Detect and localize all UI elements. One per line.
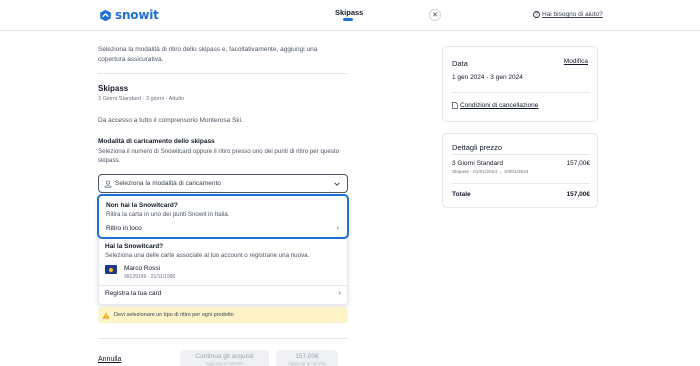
section-title: Skipass xyxy=(98,84,129,93)
tab-skipass[interactable]: Skipass xyxy=(335,8,363,17)
help-icon: ? xyxy=(533,11,540,18)
option-title: Non hai la Snowitcard? xyxy=(106,202,178,209)
warning-banner: Devi selezionare un tipo di ritiro per o… xyxy=(98,307,348,323)
snowitcard-icon xyxy=(105,265,117,274)
price-item-name: 3 Giorni Standard xyxy=(452,160,503,167)
add-to-cart-button[interactable]: 157,00€ Aggiungi al carrello xyxy=(276,350,338,366)
date-card: Data Modifica 1 gen 2024 - 3 gen 2024 Co… xyxy=(442,46,598,122)
card-holder-name[interactable]: Marco Rossi xyxy=(124,265,160,272)
divider xyxy=(98,73,348,74)
snowit-logo[interactable]: snowit xyxy=(99,8,159,22)
continue-shopping-sublabel: Aggiungi al carrello xyxy=(205,361,244,366)
register-card-option[interactable]: Registra la tua card › xyxy=(105,290,341,297)
price-line-item: 3 Giorni Standard 157,00€ xyxy=(452,160,590,167)
price-total-row: Totale 157,00€ xyxy=(452,191,590,198)
chevron-right-icon: › xyxy=(336,225,339,232)
chevron-right-icon: › xyxy=(338,290,341,297)
card-number: 99129199 - 21/11/1990 xyxy=(124,274,176,280)
intro-text: Seleziona la modalità di ritiro dello sk… xyxy=(98,46,318,63)
add-to-cart-price: 157,00€ xyxy=(295,353,319,360)
warning-text: Devi selezionare un tipo di ritiro per o… xyxy=(114,312,234,318)
access-description: Da accesso a tutto il comprensorio Monte… xyxy=(98,117,243,124)
close-icon: ✕ xyxy=(432,11,438,19)
price-details-title: Dettagli prezzo xyxy=(452,143,503,152)
have-card-title: Hai la Snowitcard? xyxy=(105,243,164,250)
loading-mode-select[interactable]: Seleziona la modalità di caricamento xyxy=(98,174,348,193)
total-label: Totale xyxy=(452,191,471,198)
logo-text: snowit xyxy=(115,8,159,22)
cancellation-conditions-label: Condizioni di cancellazione xyxy=(460,102,539,109)
divider xyxy=(452,92,590,93)
snowit-logo-icon xyxy=(100,9,111,21)
continue-shopping-label: Continua gli acquisti xyxy=(195,353,254,360)
edit-date-link[interactable]: Modifica xyxy=(564,58,588,65)
help-label: Hai bisogno di aiuto? xyxy=(542,11,603,18)
continue-shopping-button[interactable]: Continua gli acquisti Aggiungi al carrel… xyxy=(180,350,269,366)
price-item-detail: Skipass - 01/01/2024 → 03/01/2024 xyxy=(452,170,529,175)
total-value: 157,00€ xyxy=(566,191,591,198)
document-icon xyxy=(452,102,458,109)
have-card-description: Seleziona una delle carte associate al t… xyxy=(105,252,310,259)
warning-icon xyxy=(102,311,110,319)
chevron-down-icon xyxy=(334,182,340,186)
active-tab-indicator xyxy=(343,18,353,21)
select-placeholder: Seleziona la modalità di caricamento xyxy=(115,180,221,187)
cancel-button[interactable]: Annulla xyxy=(98,356,121,363)
cancellation-conditions-link[interactable]: Condizioni di cancellazione xyxy=(452,102,538,109)
option-description: Ritira la carta in uno dei punti Snowit … xyxy=(106,211,230,218)
top-bar: snowit Skipass ✕ ? Hai bisogno di aiuto? xyxy=(0,0,700,31)
date-range: 1 gen 2024 - 3 gen 2024 xyxy=(452,74,523,81)
divider xyxy=(452,183,590,184)
help-link[interactable]: ? Hai bisogno di aiuto? xyxy=(533,11,603,18)
add-to-cart-sublabel: Aggiungi al carrello xyxy=(287,361,327,366)
pickup-on-site-option[interactable]: Ritiro in loco › xyxy=(106,224,339,233)
price-details-card: Dettagli prezzo 3 Giorni Standard 157,00… xyxy=(442,133,598,208)
divider xyxy=(452,154,590,155)
loading-mode-title: Modalità di caricamento dello skipass xyxy=(98,138,215,145)
user-icon xyxy=(104,180,112,188)
date-title: Data xyxy=(452,59,468,68)
price-item-value: 157,00€ xyxy=(566,160,591,167)
divider xyxy=(98,285,348,286)
divider xyxy=(98,338,348,339)
section-subtitle: 3 Giorni Standard · 3 giorni · Adulto xyxy=(98,96,185,102)
option-no-snowitcard[interactable]: Non hai la Snowitcard? Ritira la carta i… xyxy=(97,194,349,239)
pickup-on-site-label: Ritiro in loco xyxy=(106,225,142,232)
close-button[interactable]: ✕ xyxy=(429,9,441,21)
register-card-label: Registra la tua card xyxy=(105,290,162,297)
loading-mode-description: Seleziona il numero di Snowitcard oppure… xyxy=(98,148,340,164)
